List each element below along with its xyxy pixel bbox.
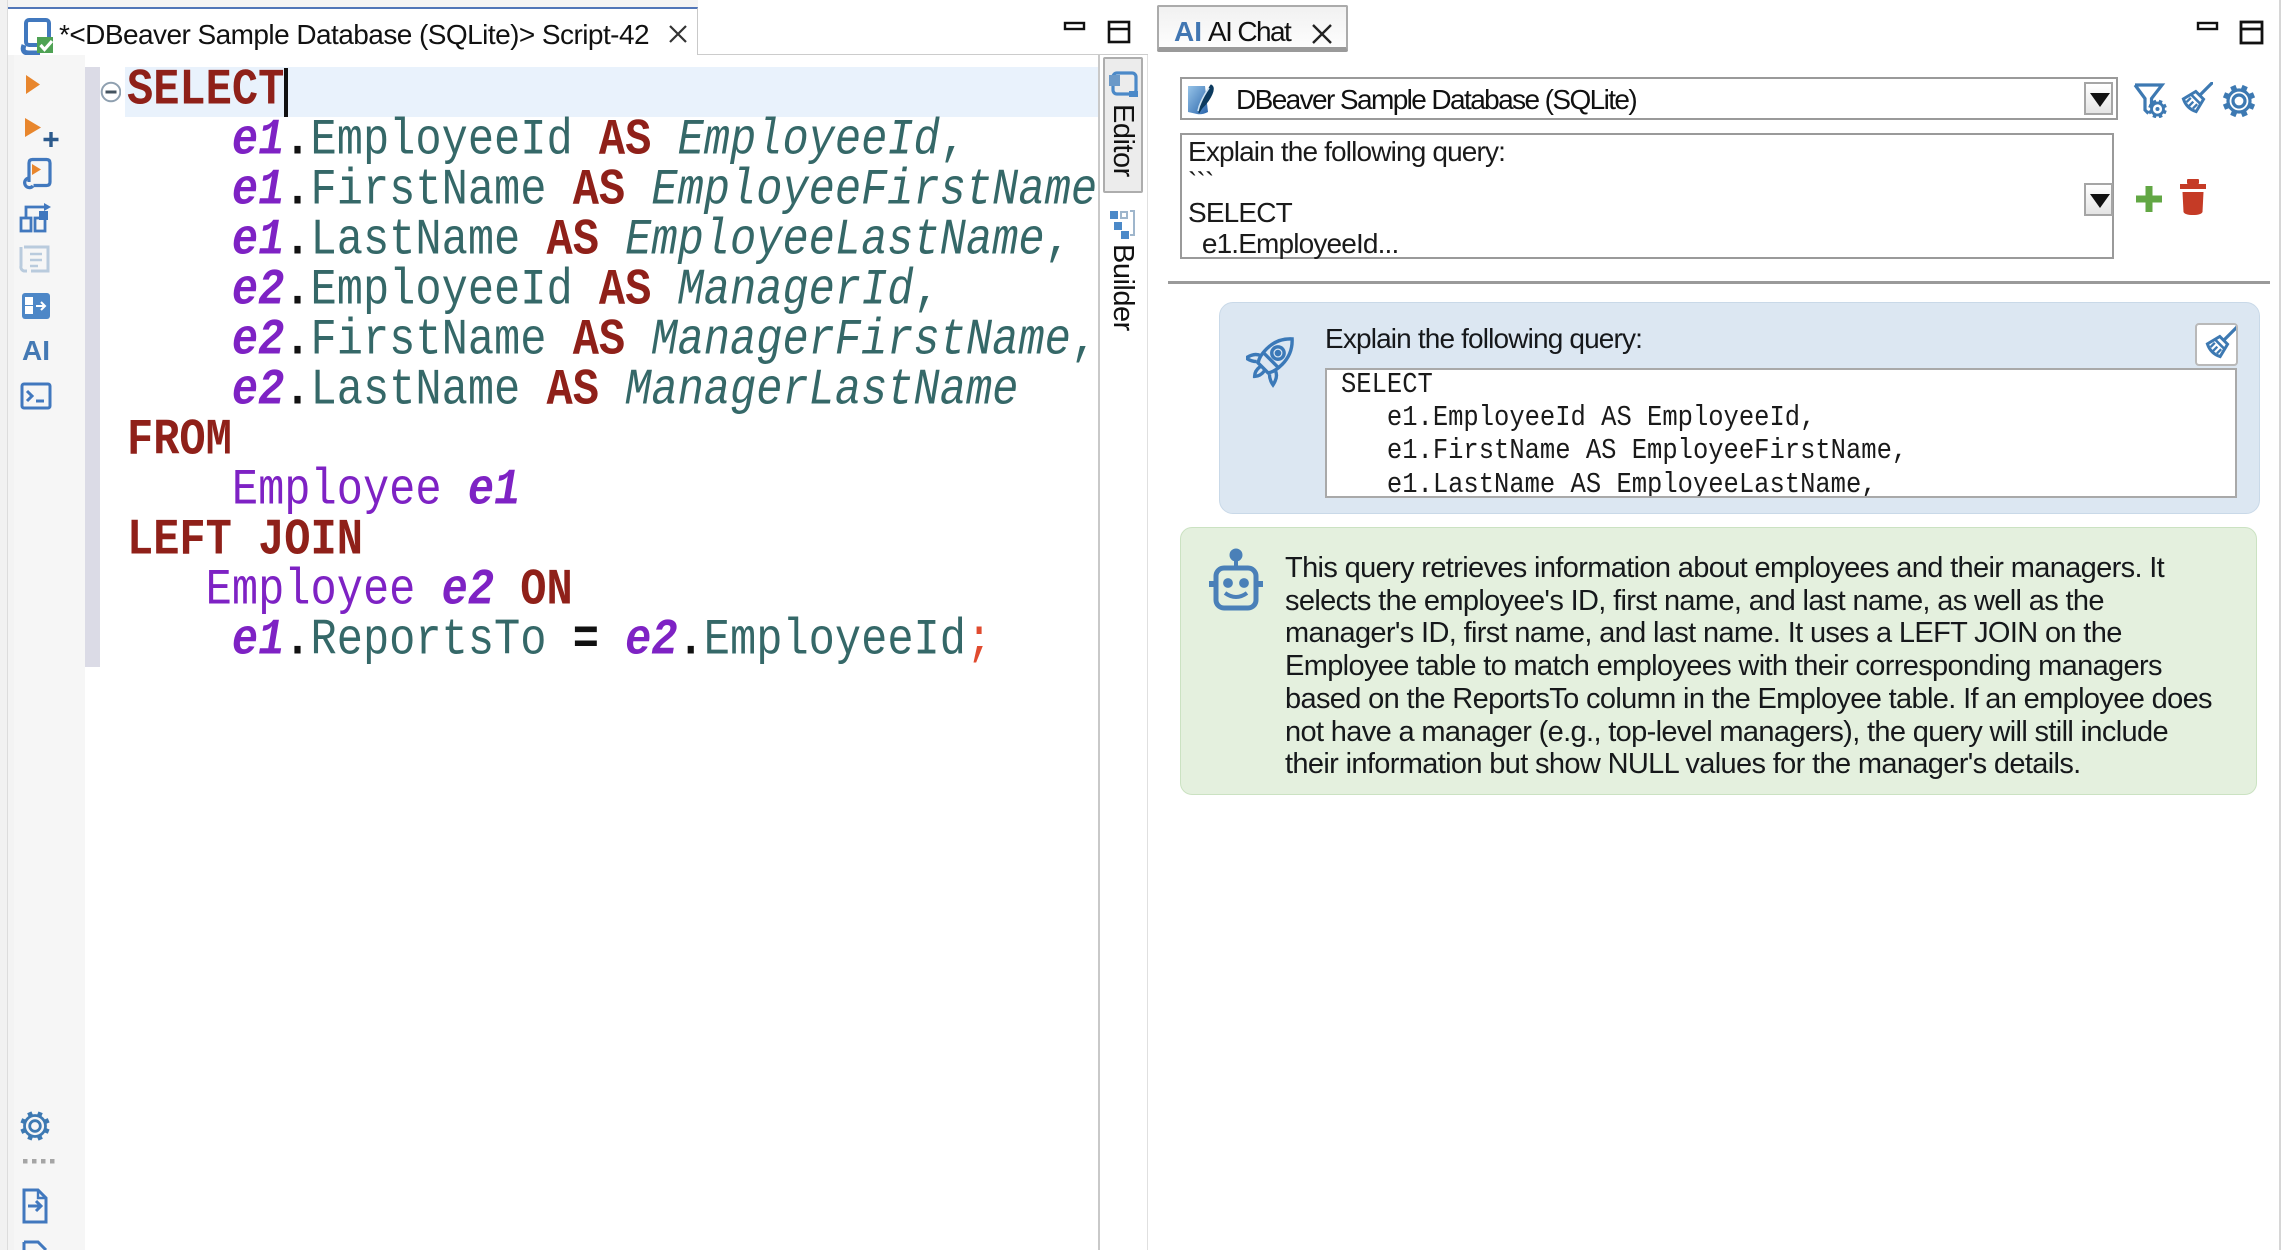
svg-text:AI: AI [22,335,50,366]
